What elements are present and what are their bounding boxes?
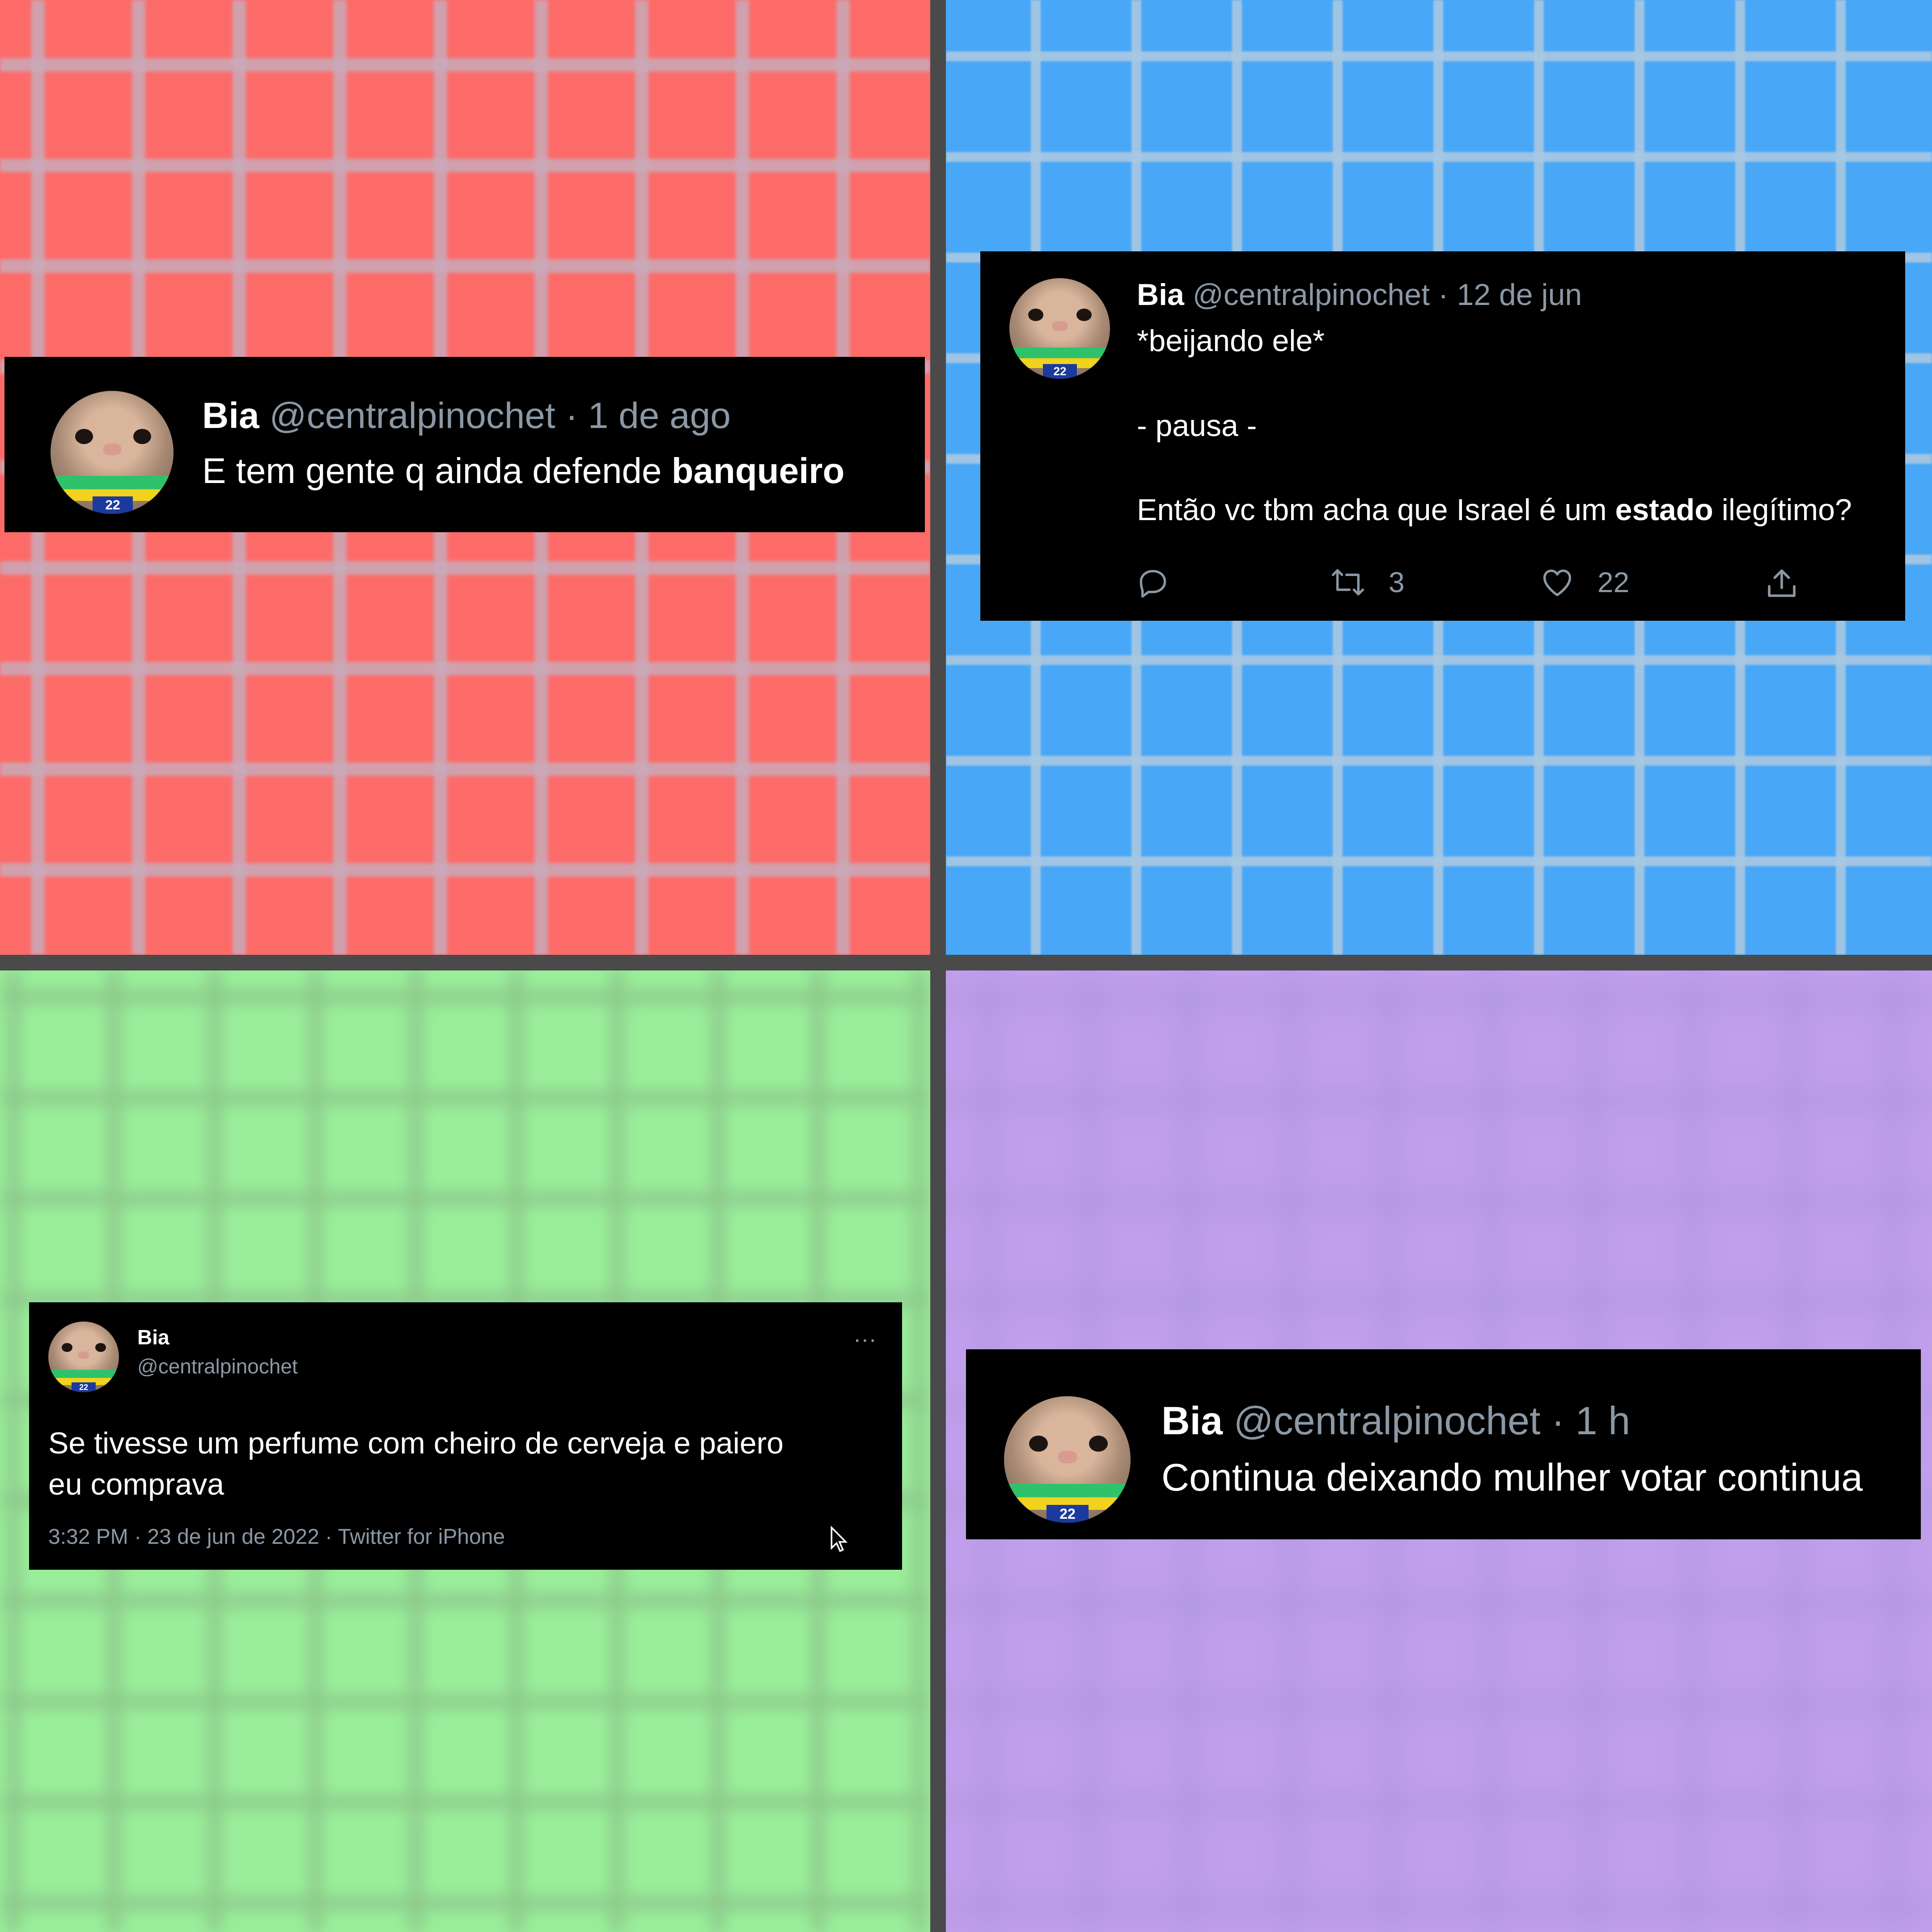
red-panel: 22 Bia @centralpinochet · 1 de ago E tem…	[0, 0, 930, 955]
tweet-time[interactable]: 1 h	[1576, 1398, 1630, 1443]
tweet-time[interactable]: 12 de jun	[1457, 278, 1582, 312]
cursor-icon	[830, 1525, 849, 1553]
tweet-text: Continua deixando mulher votar continua	[1161, 1456, 1863, 1499]
avatar[interactable]: 22	[48, 1322, 119, 1392]
tweet-text-line-1: Se tivesse um perfume com cheiro de cerv…	[48, 1426, 784, 1460]
author-handle[interactable]: @centralpinochet	[137, 1354, 298, 1379]
tweet-text-line-2: eu comprava	[48, 1467, 225, 1501]
tweet-meta[interactable]: 3:32 PM · 23 de jun de 2022 · Twitter fo…	[48, 1524, 505, 1551]
tweet-card[interactable]: 22 Bia @centralpinochet · 1 de ago E tem…	[4, 357, 925, 532]
tweet-card[interactable]: 22 Bia @centralpinochet · 12 de jun *bei…	[980, 251, 1905, 621]
tweet-text-line-1: *beijando ele*	[1137, 324, 1325, 358]
author-handle[interactable]: @centralpinochet	[1193, 278, 1430, 312]
tweet-time[interactable]: 1 de ago	[588, 395, 731, 436]
share-icon[interactable]	[1763, 564, 1801, 602]
reply-icon[interactable]	[1135, 564, 1171, 600]
tweet-card[interactable]: 22 Bia @centralpinochet · 1 h Continua d…	[966, 1349, 1921, 1539]
tweet-card[interactable]: 22 Bia @centralpinochet ··· Se tivesse u…	[29, 1302, 902, 1570]
avatar[interactable]: 22	[51, 391, 174, 514]
purple-panel: 22 Bia @centralpinochet · 1 h Continua d…	[946, 970, 1932, 1932]
dot-separator: ·	[1551, 1398, 1565, 1443]
tweet-text-line-2: - pausa -	[1137, 409, 1257, 443]
tweet-text-line-3: Então vc tbm acha que Israel é um estado…	[1137, 493, 1852, 527]
dot-separator: ·	[565, 395, 578, 436]
retweet-count: 3	[1389, 566, 1405, 598]
avatar[interactable]: 22	[1009, 278, 1110, 379]
author-name[interactable]: Bia	[1161, 1398, 1223, 1443]
green-panel: 22 Bia @centralpinochet ··· Se tivesse u…	[0, 970, 930, 1932]
dot-separator: ·	[1438, 278, 1449, 312]
blue-panel: 22 Bia @centralpinochet · 12 de jun *bei…	[946, 0, 1932, 955]
like-count: 22	[1597, 566, 1630, 598]
avatar[interactable]: 22	[1004, 1396, 1131, 1523]
like-icon[interactable]	[1538, 564, 1576, 600]
author-handle[interactable]: @centralpinochet	[1233, 1398, 1540, 1443]
retweet-icon[interactable]	[1328, 564, 1368, 600]
more-options-icon[interactable]: ···	[853, 1327, 877, 1352]
author-handle[interactable]: @centralpinochet	[269, 395, 555, 436]
tweet-text: E tem gente q ainda defende banqueiro	[202, 451, 845, 491]
author-name[interactable]: Bia	[137, 1325, 169, 1350]
author-name[interactable]: Bia	[1137, 278, 1184, 312]
author-name[interactable]: Bia	[202, 395, 259, 436]
